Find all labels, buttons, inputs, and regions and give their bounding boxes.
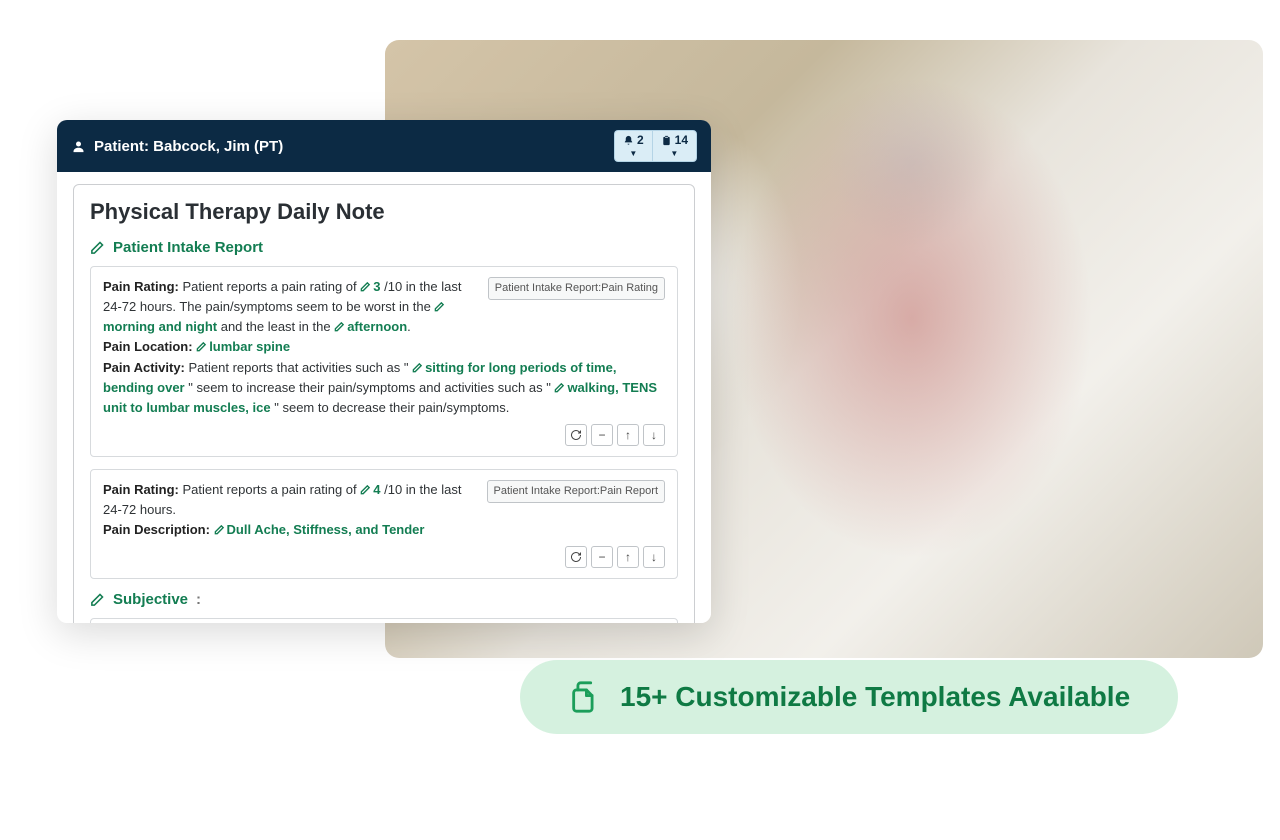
editable-pain-rating-value[interactable]: 3 — [360, 279, 380, 294]
edit-icon — [90, 592, 105, 607]
collapse-button[interactable]: − — [591, 424, 613, 446]
intake-block-2: Patient Intake Report:Pain Report Pain R… — [90, 469, 678, 579]
bell-icon — [623, 135, 634, 146]
edit-icon — [360, 281, 371, 292]
caret-down-icon: ▼ — [629, 150, 637, 158]
clipboard-icon — [661, 135, 672, 146]
alerts-badge[interactable]: 2 ▼ — [614, 130, 652, 162]
documents-icon — [568, 680, 602, 714]
text: " seem to increase their pain/symptoms a… — [188, 380, 551, 395]
field-label-pain-rating: Pain Rating: — [103, 279, 179, 294]
field-label-pain-activity: Pain Activity: — [103, 360, 185, 375]
page-title: Physical Therapy Daily Note — [90, 199, 678, 225]
edit-icon — [214, 524, 225, 535]
caret-down-icon: ▼ — [670, 150, 678, 158]
tasks-count: 14 — [675, 134, 688, 146]
alerts-count: 2 — [637, 134, 644, 146]
patient-label: Patient: Babcock, Jim (PT) — [71, 138, 283, 155]
block-action-row: − ↑ ↓ — [103, 546, 665, 568]
section-subjective-title: Subjective — [113, 591, 188, 608]
refresh-button[interactable] — [565, 424, 587, 446]
note-panel: Patient: Babcock, Jim (PT) 2 ▼ 14 — [57, 120, 711, 623]
person-icon — [71, 139, 86, 154]
patient-name-text: Patient: Babcock, Jim (PT) — [94, 138, 283, 155]
text: Patient reports that activities such as … — [189, 360, 409, 375]
tasks-badge[interactable]: 14 ▼ — [652, 130, 697, 162]
collapse-button[interactable]: − — [591, 546, 613, 568]
edit-icon — [412, 362, 423, 373]
move-up-button[interactable]: ↑ — [617, 546, 639, 568]
block-action-row: − ↑ ↓ — [103, 424, 665, 446]
edit-icon — [554, 382, 565, 393]
titlebar-badges: 2 ▼ 14 ▼ — [614, 130, 697, 162]
field-label-pain-description: Pain Description: — [103, 522, 210, 537]
section-colon: : — [196, 591, 201, 608]
text: Patient reports a pain rating of — [182, 482, 360, 497]
templates-banner: 15+ Customizable Templates Available — [520, 660, 1178, 734]
edit-icon — [434, 301, 445, 312]
editable-pain-rating-value[interactable]: 4 — [360, 482, 380, 497]
block-source-chip[interactable]: Patient Intake Report:Pain Rating — [488, 277, 665, 300]
banner-text: 15+ Customizable Templates Available — [620, 681, 1130, 713]
panel-body: Physical Therapy Daily Note Patient Inta… — [57, 172, 711, 623]
edit-icon — [334, 321, 345, 332]
move-down-button[interactable]: ↓ — [643, 424, 665, 446]
field-label-pain-location: Pain Location: — [103, 339, 193, 354]
section-subjective-header[interactable]: Subjective : — [90, 591, 678, 608]
edit-icon — [196, 341, 207, 352]
edit-icon — [360, 484, 371, 495]
refresh-button[interactable] — [565, 546, 587, 568]
text: and the least in the — [221, 319, 334, 334]
text: " seem to decrease their pain/symptoms. — [274, 400, 509, 415]
panel-titlebar: Patient: Babcock, Jim (PT) 2 ▼ 14 — [57, 120, 711, 172]
note-container: Physical Therapy Daily Note Patient Inta… — [73, 184, 695, 623]
editable-pain-location[interactable]: lumbar spine — [196, 339, 290, 354]
move-down-button[interactable]: ↓ — [643, 546, 665, 568]
editable-least-time[interactable]: afternoon — [334, 319, 407, 334]
editable-pain-description[interactable]: Dull Ache, Stiffness, and Tender — [214, 522, 425, 537]
section-intake-header[interactable]: Patient Intake Report — [90, 239, 678, 256]
subjective-block: Pain: Subjective:Pain Rating Rating: Cur… — [90, 618, 678, 623]
field-label-pain-rating: Pain Rating: — [103, 482, 179, 497]
section-intake-title: Patient Intake Report — [113, 239, 263, 256]
block-source-chip[interactable]: Patient Intake Report:Pain Report — [487, 480, 665, 503]
intake-block-1: Patient Intake Report:Pain Rating Pain R… — [90, 266, 678, 457]
move-up-button[interactable]: ↑ — [617, 424, 639, 446]
text: Patient reports a pain rating of — [182, 279, 360, 294]
edit-icon — [90, 240, 105, 255]
